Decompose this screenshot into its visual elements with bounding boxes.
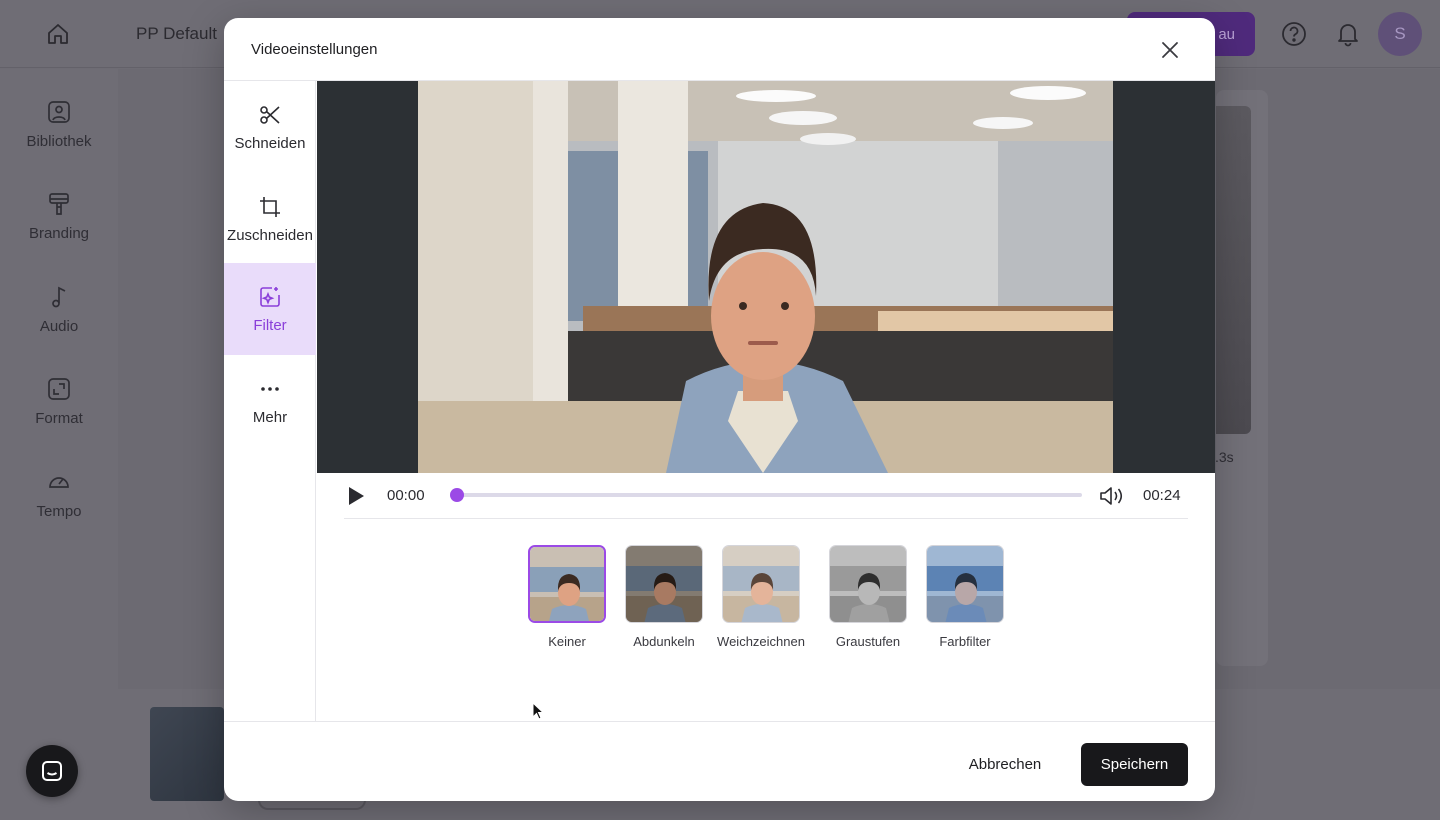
playback-controls: 00:00 00:24	[317, 473, 1215, 518]
timeline-thumbnail	[150, 707, 224, 801]
resize-icon	[48, 378, 70, 400]
image-icon	[48, 101, 70, 123]
volume-icon	[1100, 487, 1123, 505]
sidebar-item-label: Branding	[28, 225, 90, 242]
sidebar-item-tempo[interactable]: Tempo	[0, 469, 118, 549]
tool-mehr[interactable]: Mehr	[224, 355, 316, 447]
filter-keiner[interactable]: Keiner	[527, 545, 607, 649]
filter-thumbnail	[926, 545, 1004, 623]
dialog-title: Videoeinstellungen	[251, 41, 378, 58]
help-button[interactable]	[1280, 20, 1308, 48]
filter-weichzeichnen[interactable]: Weichzeichnen	[717, 545, 805, 649]
more-dots-icon	[261, 386, 279, 391]
tool-rail: Schneiden Zuschneiden Filter Mehr	[224, 81, 316, 721]
close-button[interactable]	[1156, 36, 1184, 64]
filter-options: Keiner Abdunkeln Weichzeichnen Graustufe…	[524, 545, 1024, 655]
filter-farbfilter[interactable]: Farbfilter	[925, 545, 1005, 649]
tool-zuschneiden[interactable]: Zuschneiden	[224, 173, 316, 265]
filter-thumbnail	[829, 545, 907, 623]
sidebar-item-branding[interactable]: Branding	[0, 191, 118, 271]
background-clip-duration: .3s	[1215, 449, 1234, 465]
tool-label: Zuschneiden	[227, 226, 313, 244]
sidebar-item-label: Format	[35, 410, 83, 427]
tool-filter[interactable]: Filter	[224, 263, 316, 355]
filter-label: Farbfilter	[939, 634, 991, 649]
sparkle-image-icon	[260, 286, 280, 307]
tool-label: Mehr	[252, 408, 288, 426]
video-player[interactable]	[317, 81, 1215, 473]
chat-launcher-button[interactable]	[26, 745, 78, 797]
video-frame-image	[418, 81, 1113, 473]
filter-thumbnail	[528, 545, 606, 623]
background-clip-image	[1216, 106, 1251, 434]
home-icon	[48, 24, 68, 44]
progress-handle[interactable]	[450, 488, 464, 502]
filter-label: Graustufen	[835, 634, 901, 649]
video-preview[interactable]	[418, 81, 1113, 473]
help-icon	[1282, 22, 1306, 46]
dialog-header: Videoeinstellungen	[224, 18, 1215, 81]
speedometer-icon	[49, 477, 69, 488]
filter-thumbnail	[722, 545, 800, 623]
sidebar-item-format[interactable]: Format	[0, 376, 118, 456]
filter-label: Keiner	[548, 634, 586, 649]
notifications-button[interactable]	[1334, 20, 1362, 48]
bell-icon	[1338, 24, 1358, 47]
sidebar-item-bibliothek[interactable]: Bibliothek	[0, 99, 118, 179]
play-icon	[349, 487, 364, 505]
total-time: 00:24	[1143, 487, 1181, 504]
volume-button[interactable]	[1099, 485, 1125, 507]
video-settings-dialog: Videoeinstellungen Schneiden Zuschneiden…	[224, 18, 1215, 801]
progress-slider[interactable]	[450, 488, 1082, 502]
filter-label: Weichzeichnen	[717, 634, 805, 649]
mouse-cursor-icon	[532, 702, 544, 720]
music-note-icon	[52, 286, 66, 308]
cancel-button[interactable]: Abbrechen	[950, 743, 1060, 785]
tool-label: Schneiden	[234, 134, 306, 152]
current-time: 00:00	[387, 487, 425, 504]
filter-label: Abdunkeln	[633, 634, 695, 649]
tool-schneiden[interactable]: Schneiden	[224, 81, 316, 173]
tool-label: Filter	[253, 316, 287, 334]
app-sidebar: Bibliothek Branding Audio Format Tempo	[0, 69, 118, 820]
filter-abdunkeln[interactable]: Abdunkeln	[624, 545, 704, 649]
filter-graustufen[interactable]: Graustufen	[828, 545, 908, 649]
divider	[344, 518, 1188, 519]
close-icon	[1162, 42, 1178, 58]
sidebar-item-audio[interactable]: Audio	[0, 284, 118, 364]
paint-roller-icon	[49, 193, 69, 215]
scissors-icon	[260, 105, 280, 124]
project-title: PP Default	[136, 24, 217, 43]
filter-thumbnail	[625, 545, 703, 623]
chat-icon	[42, 761, 62, 781]
home-button[interactable]	[40, 16, 76, 52]
sidebar-item-label: Bibliothek	[26, 133, 92, 150]
user-avatar[interactable]: S	[1378, 12, 1422, 56]
dialog-footer: Abbrechen Speichern	[224, 721, 1215, 801]
crop-icon	[260, 196, 280, 217]
save-button[interactable]: Speichern	[1081, 743, 1188, 786]
sidebar-item-label: Tempo	[36, 503, 82, 520]
play-button[interactable]	[345, 485, 367, 507]
sidebar-item-label: Audio	[39, 318, 79, 335]
